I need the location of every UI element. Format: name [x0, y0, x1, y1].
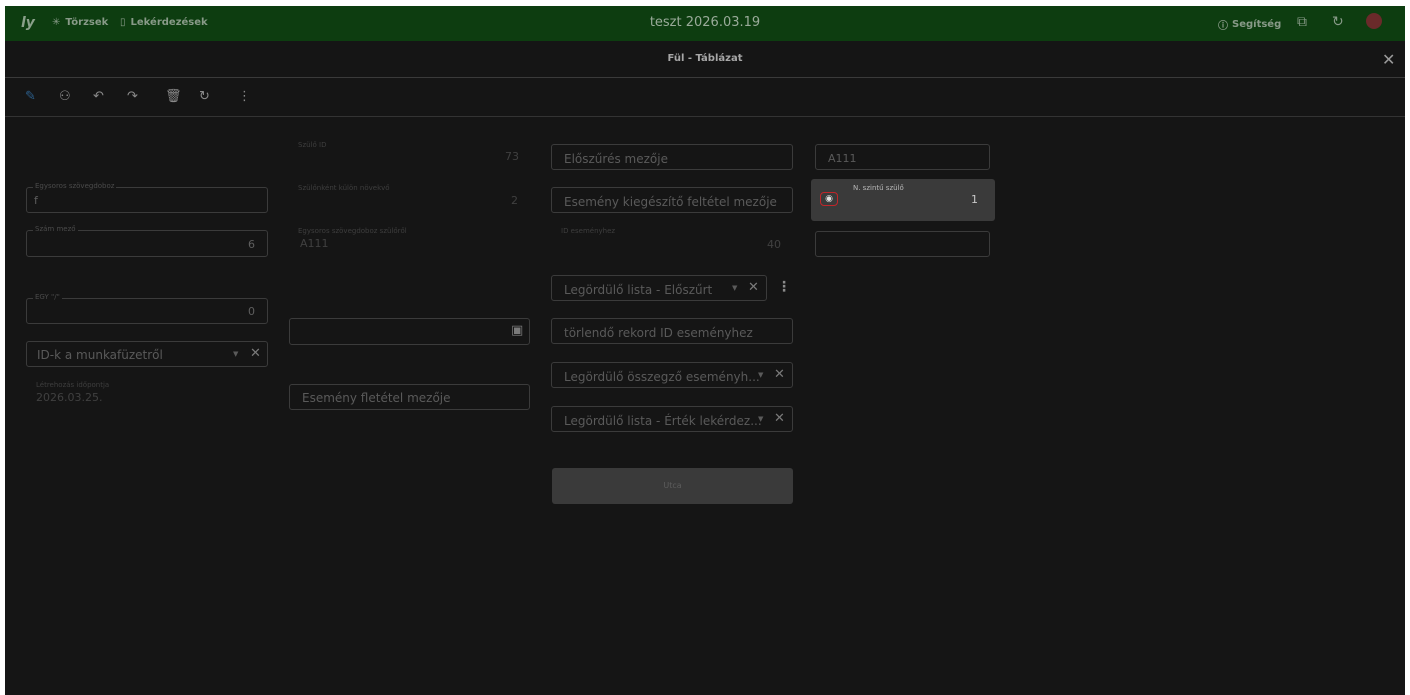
egysoros-szulo-field: Egysoros szövegdoboz szülőről A111 — [288, 224, 530, 260]
legordulo-ertek-select[interactable]: Legördülő lista - Érték lekérdez... ▼ ✕ — [551, 406, 793, 432]
nav-lekerdezesek[interactable]: ▯ Lekérdezések — [120, 17, 208, 28]
document-icon: ▯ — [120, 17, 126, 28]
caret-down-icon: ▼ — [758, 415, 764, 423]
idk-select[interactable]: ID-k a munkafüzetről ▼ ✕ — [26, 341, 268, 367]
help-link[interactable]: ⓘ Segítség — [1218, 17, 1281, 32]
egysoros-szulo-value: A111 — [300, 237, 329, 250]
legordulo-ertek-placeholder: Legördülő lista - Érték lekérdez... — [564, 414, 762, 428]
torlendo-placeholder: törlendő rekord ID eseményhez — [564, 326, 753, 340]
date-field[interactable]: ▣ — [289, 318, 530, 345]
szulonkent-field: Szülőnként külön növekvő 2 — [288, 181, 530, 215]
letrehozas-value: 2026.03.25. — [36, 391, 103, 404]
szam-value: 6 — [248, 238, 255, 251]
asterisk-icon: ✳ — [52, 17, 61, 28]
calendar-icon[interactable]: ▣ — [511, 323, 523, 338]
szam-field[interactable]: Szám mező 6 — [26, 225, 268, 257]
szam-label: Szám mező — [33, 225, 78, 233]
n-szintu-szulo-field[interactable]: ◉ N. szintű szülő 1 — [811, 179, 995, 221]
szulonkent-label: Szülőnként külön növekvő — [298, 184, 390, 192]
caret-down-icon: ▼ — [233, 350, 239, 358]
egysoros-szulo-label: Egysoros szövegdoboz szülőről — [298, 227, 407, 235]
nav-torzsek-label: Törzsek — [65, 17, 109, 28]
egy-value: 0 — [248, 305, 255, 318]
app-frame: ly ✳ Törzsek ▯ Lekérdezések teszt 2026.0… — [5, 6, 1405, 695]
id-esemenyhez-label: ID eseményhez — [561, 227, 616, 235]
toolbar: ✎ ⚇ ↶ ↷ 🗑 ↻ ⋮ — [5, 78, 1405, 117]
top-bar: ly ✳ Törzsek ▯ Lekérdezések teszt 2026.0… — [5, 6, 1405, 41]
caret-down-icon: ▼ — [758, 371, 764, 379]
esemeny-feltetel-placeholder: Esemény fletétel mezője — [302, 391, 451, 405]
a111-value: A111 — [828, 152, 857, 165]
nav-torzsek[interactable]: ✳ Törzsek — [52, 17, 108, 28]
caret-down-icon: ▼ — [732, 284, 738, 292]
egysoros-value: f — [34, 194, 38, 207]
legordulo-osszegzo-select[interactable]: Legördülő összegző eseményh... ▼ ✕ — [551, 362, 793, 388]
clear-icon[interactable]: ✕ — [774, 367, 785, 382]
id-esemenyhez-field: ID eseményhez 40 — [551, 224, 793, 260]
clear-icon[interactable]: ✕ — [250, 346, 261, 361]
n-szintu-szulo-value: 1 — [971, 193, 978, 206]
dialog-header: Fül - Táblázat ✕ — [5, 42, 1405, 78]
avatar[interactable] — [1366, 13, 1382, 29]
trash-icon[interactable]: 🗑 — [165, 90, 182, 103]
refresh-icon[interactable]: ↻ — [1332, 14, 1344, 30]
redo-icon[interactable]: ↷ — [127, 90, 138, 103]
eye-icon[interactable]: ◉ — [820, 192, 838, 206]
egysoros-label: Egysoros szövegdoboz — [33, 182, 117, 190]
szulonkent-value: 2 — [511, 194, 518, 207]
kiegeszito-field[interactable]: Esemény kiegészítő feltétel mezője — [551, 187, 793, 213]
dialog-title: Fül - Táblázat — [667, 53, 743, 64]
clear-icon[interactable]: ✕ — [748, 280, 759, 295]
egy-label: EGY "/" — [33, 293, 62, 301]
id-esemenyhez-value: 40 — [767, 238, 781, 251]
n-szintu-szulo-label: N. szintű szülő — [853, 184, 904, 192]
legordulo-eloszurt-placeholder: Legördülő lista - Előszűrt — [564, 283, 713, 297]
close-icon[interactable]: ✕ — [1382, 50, 1395, 69]
szulo-id-field: Szülő ID 73 — [288, 138, 530, 172]
szulo-id-label: Szülő ID — [298, 141, 327, 149]
egysoros-field[interactable]: Egysoros szövegdoboz f — [26, 182, 268, 213]
app-logo[interactable]: ly — [21, 15, 35, 31]
help-icon: ⓘ — [1218, 21, 1228, 32]
help-label: Segítség — [1232, 19, 1282, 30]
torlendo-field[interactable]: törlendő rekord ID eseményhez — [551, 318, 793, 344]
clipboard-search-icon[interactable]: ⧉ — [1297, 14, 1307, 30]
hierarchy-icon[interactable]: ⚇ — [59, 90, 71, 103]
app-title: teszt 2026.03.19 — [649, 15, 761, 30]
a111-field[interactable]: A111 — [815, 144, 990, 170]
idk-placeholder: ID-k a munkafüzetről — [37, 348, 163, 362]
legordulo-eloszurt-select[interactable]: Legördülő lista - Előszűrt ▼ ✕ — [551, 275, 767, 301]
szulo-id-value: 73 — [505, 150, 519, 163]
legordulo-osszegzo-placeholder: Legördülő összegző eseményh... — [564, 370, 760, 384]
nav-lekerdezesek-label: Lekérdezések — [130, 17, 208, 28]
esemeny-feltetel-field[interactable]: Esemény fletétel mezője — [289, 384, 530, 410]
letrehozas-field: Létrehozás időpontja 2026.03.25. — [26, 378, 268, 412]
letrehozas-label: Létrehozás időpontja — [36, 381, 110, 389]
clear-icon[interactable]: ✕ — [774, 411, 785, 426]
empty-field[interactable] — [815, 231, 990, 257]
utca-button[interactable]: Utca — [552, 468, 793, 504]
pencil-icon[interactable]: ✎ — [25, 90, 36, 103]
reload-icon[interactable]: ↻ — [199, 90, 210, 103]
eloszures-placeholder: Előszűrés mezője — [564, 152, 668, 166]
egy-field[interactable]: EGY "/" 0 — [26, 293, 268, 324]
more-vert-icon[interactable]: ⋮ — [777, 279, 791, 295]
more-vert-icon[interactable]: ⋮ — [238, 90, 251, 103]
eloszures-field[interactable]: Előszűrés mezője — [551, 144, 793, 170]
undo-icon[interactable]: ↶ — [93, 90, 104, 103]
kiegeszito-placeholder: Esemény kiegészítő feltétel mezője — [564, 195, 777, 209]
